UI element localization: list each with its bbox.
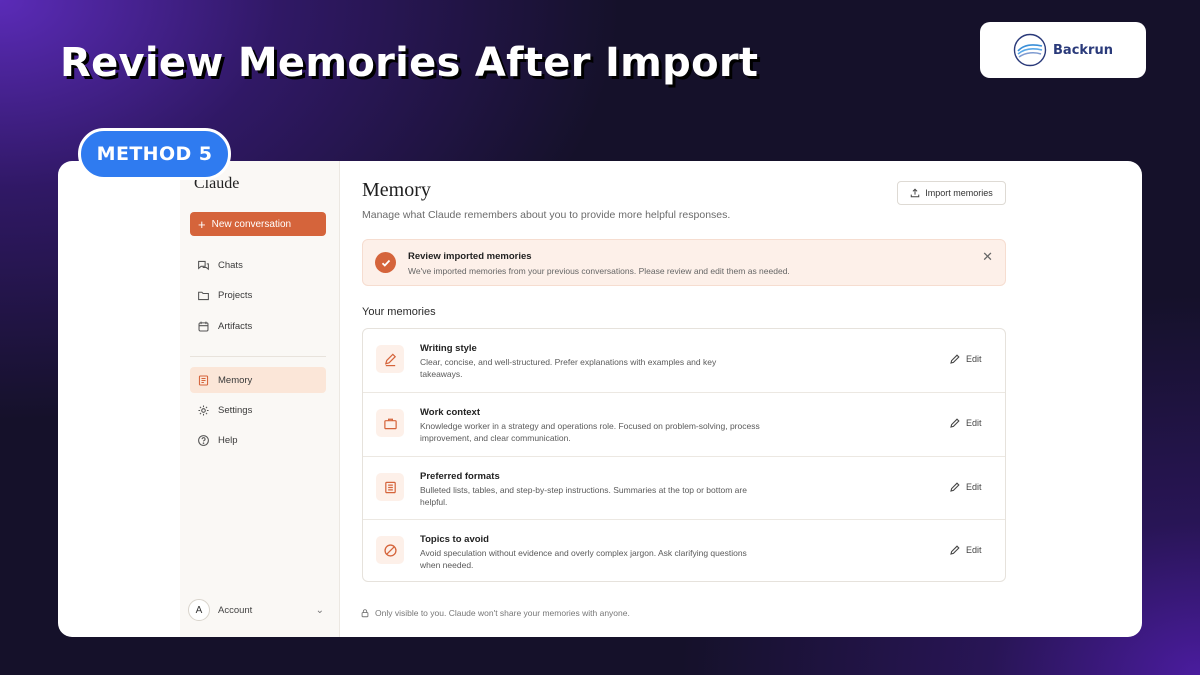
privacy-note: Only visible to you. Claude won't share … bbox=[360, 608, 630, 618]
sidebar-item-settings[interactable]: Settings bbox=[190, 397, 326, 423]
pencil-icon bbox=[950, 545, 960, 555]
new-conversation-label: New conversation bbox=[211, 218, 292, 230]
gear-icon bbox=[196, 403, 210, 417]
import-memories-label: Import memories bbox=[925, 188, 993, 198]
memory-icon bbox=[196, 373, 210, 387]
headline: Review Memories After Import bbox=[60, 40, 759, 86]
edit-label: Edit bbox=[966, 482, 982, 492]
account-label: Account bbox=[218, 604, 253, 616]
edit-label: Edit bbox=[966, 354, 982, 364]
import-memories-button[interactable]: Import memories bbox=[897, 181, 1006, 205]
memory-item-preferred-formats: Preferred formats Bulleted lists, tables… bbox=[363, 456, 1005, 519]
help-icon bbox=[196, 433, 210, 447]
upload-icon bbox=[910, 188, 920, 198]
logo-text: Backrun bbox=[1053, 42, 1113, 58]
pen-icon bbox=[376, 345, 404, 373]
plus-icon: + bbox=[198, 216, 206, 232]
edit-label: Edit bbox=[966, 418, 982, 428]
pencil-icon bbox=[950, 482, 960, 492]
pencil-icon bbox=[950, 418, 960, 428]
account-menu[interactable]: A Account ⌄ bbox=[188, 598, 324, 622]
notice-body: We've imported memories from your previo… bbox=[408, 266, 790, 276]
sidebar-item-help[interactable]: Help bbox=[190, 427, 326, 453]
brand-logo: Backrun bbox=[980, 22, 1146, 78]
sidebar-item-memory[interactable]: Memory bbox=[190, 367, 326, 393]
memory-description: Avoid speculation without evidence and o… bbox=[420, 548, 747, 570]
prohibited-icon bbox=[376, 536, 404, 564]
sidebar-divider bbox=[190, 356, 326, 357]
page-subtitle: Manage what Claude remembers about you t… bbox=[362, 209, 731, 221]
app-screenshot: Claude + New conversation Chats Projects… bbox=[58, 161, 1142, 637]
sidebar-item-label: Settings bbox=[218, 404, 253, 416]
memory-item-writing-style: Writing style Clear, concise, and well-s… bbox=[363, 329, 1005, 392]
sidebar-item-artifacts[interactable]: Artifacts bbox=[190, 313, 326, 339]
backrun-logo-icon bbox=[1013, 33, 1047, 67]
folder-icon bbox=[196, 288, 210, 302]
sidebar-item-chats[interactable]: Chats bbox=[190, 252, 326, 278]
check-icon bbox=[375, 252, 396, 273]
sidebar: Claude + New conversation Chats Projects… bbox=[180, 161, 340, 637]
memory-title: Work context bbox=[420, 407, 481, 418]
edit-button[interactable]: Edit bbox=[949, 417, 982, 429]
memory-title: Writing style bbox=[420, 343, 477, 354]
document-icon bbox=[376, 473, 404, 501]
close-icon[interactable]: ✕ bbox=[982, 249, 993, 265]
sidebar-item-label: Artifacts bbox=[218, 320, 253, 332]
memory-item-topics-to-avoid: Topics to avoid Avoid speculation withou… bbox=[363, 519, 1005, 582]
memory-title: Topics to avoid bbox=[420, 534, 489, 545]
avatar: A bbox=[188, 599, 210, 621]
memory-description: Clear, concise, and well-structured. Pre… bbox=[420, 357, 717, 379]
chat-icon bbox=[196, 258, 210, 272]
memory-description: Bulleted lists, tables, and step-by-step… bbox=[420, 485, 747, 507]
page-title: Memory bbox=[362, 179, 431, 201]
sidebar-item-label: Help bbox=[218, 434, 238, 446]
sidebar-item-projects[interactable]: Projects bbox=[190, 282, 326, 308]
notice-title: Review imported memories bbox=[408, 251, 532, 262]
sidebar-item-label: Chats bbox=[218, 259, 243, 271]
briefcase-icon bbox=[376, 409, 404, 437]
edit-label: Edit bbox=[966, 545, 982, 555]
memory-description: Knowledge worker in a strategy and opera… bbox=[420, 421, 760, 443]
memory-title: Preferred formats bbox=[420, 471, 500, 482]
chevron-down-icon: ⌄ bbox=[315, 604, 324, 616]
edit-button[interactable]: Edit bbox=[949, 353, 982, 365]
sidebar-item-label: Memory bbox=[218, 374, 253, 386]
memory-list: Writing style Clear, concise, and well-s… bbox=[362, 328, 1006, 582]
sidebar-item-label: Projects bbox=[218, 289, 253, 301]
edit-button[interactable]: Edit bbox=[949, 544, 982, 556]
privacy-text: Only visible to you. Claude won't share … bbox=[375, 608, 630, 618]
lock-icon bbox=[361, 609, 369, 618]
artifact-icon bbox=[196, 319, 210, 333]
method-badge: METHOD 5 bbox=[78, 128, 231, 180]
section-title: Your memories bbox=[362, 306, 436, 318]
pencil-icon bbox=[950, 354, 960, 364]
new-conversation-button[interactable]: + New conversation bbox=[190, 212, 326, 236]
edit-button[interactable]: Edit bbox=[949, 481, 982, 493]
import-notice: Review imported memories We've imported … bbox=[362, 239, 1006, 286]
memory-item-work-context: Work context Knowledge worker in a strat… bbox=[363, 392, 1005, 455]
